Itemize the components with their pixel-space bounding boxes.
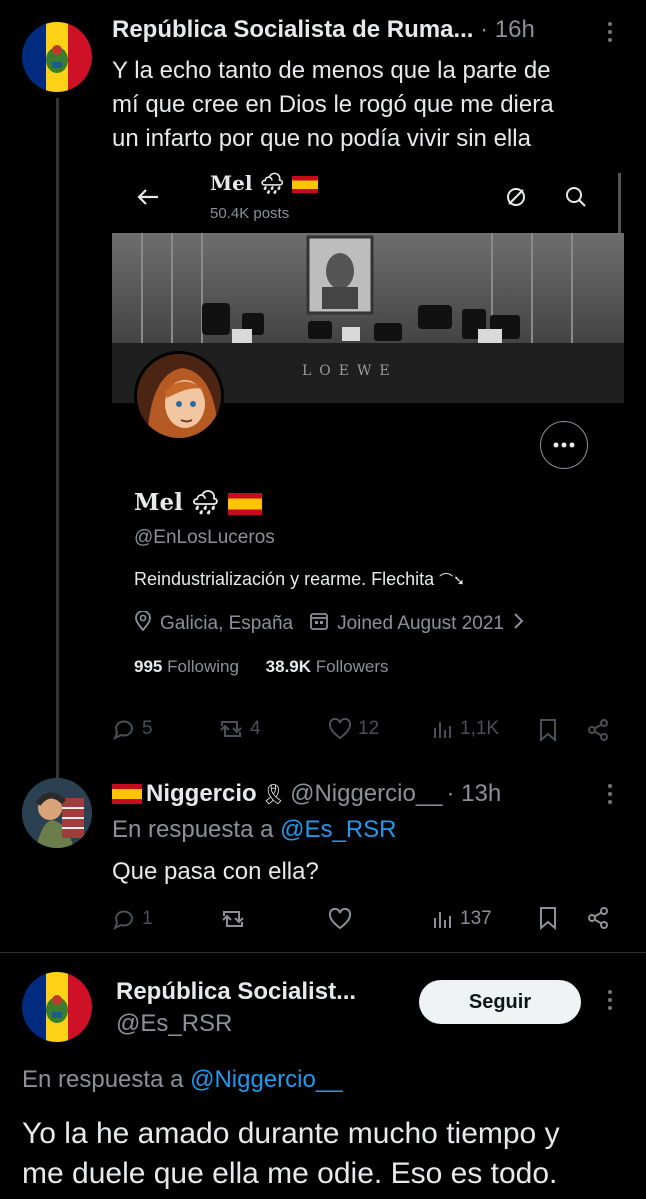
- weather-emoji-icon: 🌧: [259, 171, 285, 195]
- timestamp[interactable]: · 13h: [447, 780, 502, 808]
- bookmark-icon[interactable]: [538, 906, 558, 930]
- handle[interactable]: @Es_RSR: [116, 1010, 232, 1038]
- profile-header-name: Mel: [210, 171, 253, 195]
- followers-count: 38.9K: [265, 657, 312, 676]
- display-name[interactable]: Niggercio: [146, 780, 257, 808]
- more-options-icon[interactable]: [608, 22, 614, 42]
- avatar[interactable]: [22, 778, 92, 848]
- chevron-right-icon[interactable]: [512, 612, 524, 636]
- tweet-text: Yo la he amado durante mucho tiempo y me…: [22, 1117, 560, 1190]
- notifications-off-icon[interactable]: [504, 185, 528, 214]
- more-options-icon[interactable]: [608, 784, 614, 804]
- spain-flag-icon: [291, 176, 318, 193]
- views-button[interactable]: 1,1K: [432, 718, 499, 740]
- retweet-button[interactable]: 4: [218, 718, 261, 740]
- share-icon[interactable]: [586, 906, 610, 930]
- more-options-icon[interactable]: [608, 990, 614, 1010]
- views-button[interactable]: 137: [432, 908, 492, 930]
- share-icon[interactable]: [586, 718, 610, 742]
- profile-avatar[interactable]: [134, 351, 224, 441]
- divider: [0, 952, 646, 953]
- banner-sign: LOEWE: [302, 363, 398, 379]
- profile-handle: @EnLosLuceros: [134, 527, 275, 548]
- profile-location: Galicia, España: [160, 613, 294, 634]
- attached-image[interactable]: Mel 🌧 50.4K posts LOEWE Mel 🌧 @EnLosLuce…: [112, 165, 624, 710]
- following-count: 995: [134, 657, 163, 676]
- replying-to-prefix: En respuesta a: [112, 816, 274, 843]
- spain-flag-icon: [112, 784, 142, 804]
- follow-button[interactable]: Seguir: [419, 980, 581, 1024]
- display-name[interactable]: República Socialista de Ruma...: [112, 16, 473, 43]
- like-button[interactable]: [328, 908, 352, 930]
- weather-emoji-icon: 🌧: [190, 489, 221, 516]
- spain-flag-icon: [228, 493, 263, 515]
- replying-to-prefix: En respuesta a: [22, 1066, 184, 1093]
- handle[interactable]: @Niggercio__: [290, 780, 442, 808]
- profile-name: Mel: [134, 489, 183, 516]
- posts-count: 50.4K posts: [210, 205, 290, 222]
- tweet-text: Y la echo tanto de menos que la parte de…: [112, 57, 554, 152]
- calendar-icon: [309, 611, 329, 637]
- retweet-button[interactable]: [220, 908, 246, 930]
- profile-bio: Reindustrialización y rearme. Flechita: [134, 569, 435, 589]
- tweet-text: Que pasa con ella?: [112, 858, 319, 885]
- ribbon-icon: 🎗: [260, 783, 287, 806]
- avatar[interactable]: [22, 972, 92, 1042]
- profile-joined: Joined August 2021: [337, 613, 504, 634]
- search-icon[interactable]: [564, 185, 588, 214]
- followers-label: Followers: [315, 657, 389, 676]
- replying-to-link[interactable]: @Es_RSR: [280, 816, 396, 843]
- scrollbar[interactable]: [618, 173, 621, 235]
- following-label: Following: [167, 657, 239, 676]
- bookmark-icon[interactable]: [538, 718, 558, 742]
- profile-more-button[interactable]: [540, 421, 588, 469]
- location-pin-icon: [134, 610, 152, 637]
- replying-to-link[interactable]: @Niggercio__: [190, 1066, 342, 1093]
- display-name[interactable]: República Socialist...: [116, 978, 356, 1006]
- timestamp[interactable]: · 16h: [480, 16, 535, 43]
- thread-line: [56, 98, 59, 778]
- arrow-emoji-icon: ⌒➘: [439, 572, 465, 588]
- followers-link[interactable]: 38.9K Followers: [266, 657, 389, 676]
- reply-button[interactable]: 1: [112, 908, 153, 930]
- following-link[interactable]: 995 Following: [134, 657, 244, 676]
- avatar[interactable]: [22, 22, 92, 92]
- back-arrow-icon[interactable]: [136, 187, 160, 212]
- reply-button[interactable]: 5: [112, 718, 153, 740]
- like-button[interactable]: 12: [328, 718, 379, 740]
